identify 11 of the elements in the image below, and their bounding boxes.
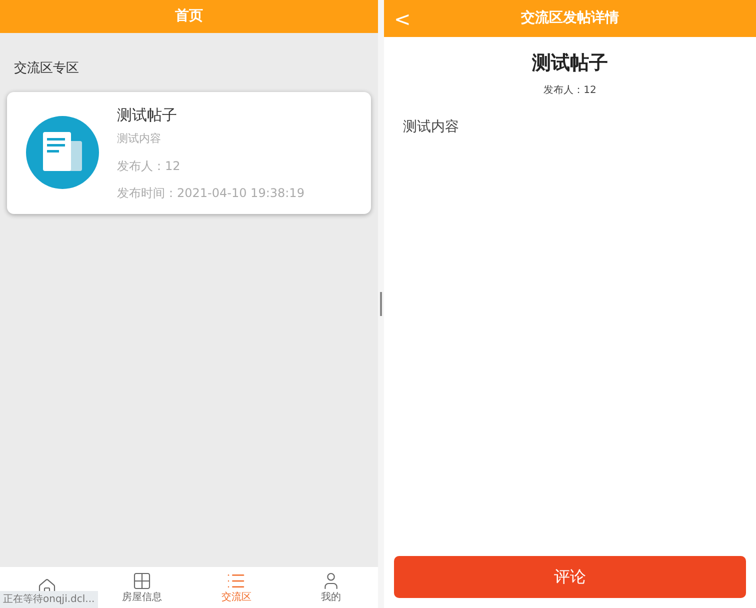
page-title: 首页 <box>175 7 203 26</box>
post-time: 发布时间：2021-04-10 19:38:19 <box>117 184 304 202</box>
page-title: 交流区发帖详情 <box>521 8 619 28</box>
section-title: 交流区专区 <box>14 60 80 78</box>
post-title: 测试帖子 <box>117 104 178 126</box>
post-title: 测试帖子 <box>530 51 609 76</box>
post-author: 发布人：12 <box>117 158 182 174</box>
post-content: 测试内容 <box>403 118 460 136</box>
status-tooltip: 正在等待onqji.dcl... <box>0 591 98 608</box>
post-author: 发布人：12 <box>542 84 598 98</box>
post-content: 测试内容 <box>117 131 162 147</box>
